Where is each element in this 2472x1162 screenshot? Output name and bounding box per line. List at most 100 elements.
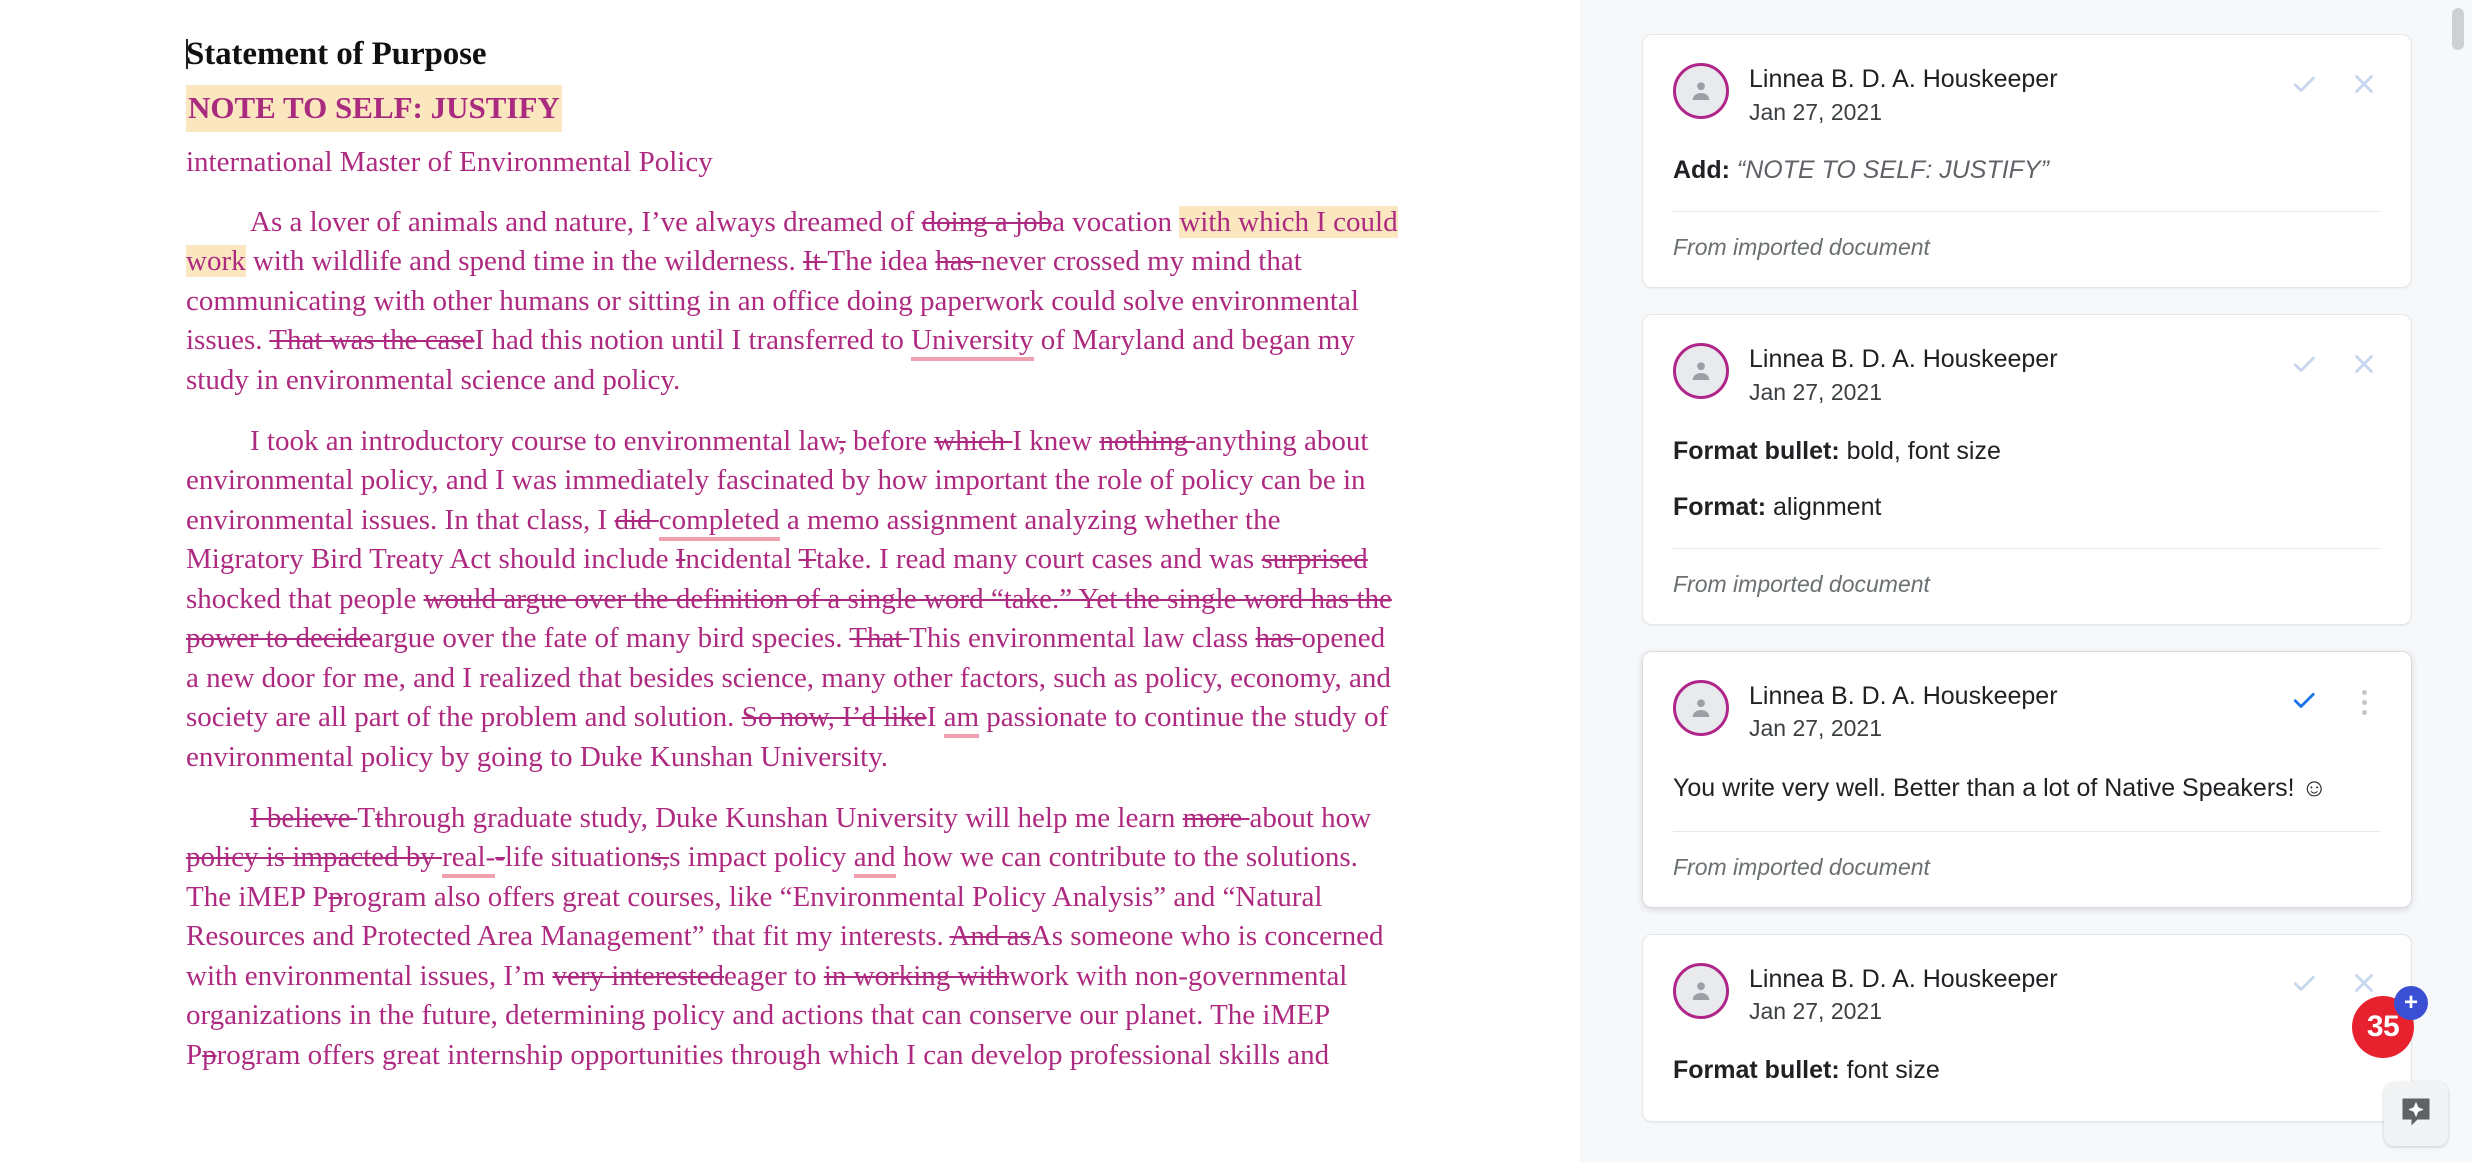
check-icon [2289, 968, 2319, 1003]
body-text: take. I read many court cases and was [816, 543, 1262, 576]
suggestion-line: Add: “NOTE TO SELF: JUSTIFY” [1673, 153, 2381, 187]
accept-suggestion-button[interactable] [2287, 69, 2321, 103]
accept-suggestion-button[interactable] [2287, 349, 2321, 383]
deleted-text: doing a job [921, 205, 1053, 238]
close-icon [2349, 69, 2379, 104]
deleted-text: - [495, 841, 505, 874]
body-text: shocked that people [186, 582, 424, 615]
reject-suggestion-button[interactable] [2347, 69, 2381, 103]
reject-suggestion-button[interactable] [2347, 349, 2381, 383]
comment-text: You write very well. Better than a lot o… [1673, 774, 2328, 803]
document-paragraph: As a lover of animals and nature, I’ve a… [186, 203, 1398, 400]
card-header: Linnea B. D. A. Houskeeper Jan 27, 2021 [1673, 343, 2381, 407]
pending-count-badge[interactable]: 35 + [2352, 986, 2428, 1064]
deleted-text: surprised [1261, 543, 1368, 576]
body-text: a vocation [1052, 205, 1180, 238]
deleted-text: , [838, 425, 846, 457]
suggestion-card[interactable]: Linnea B. D. A. Houskeeper Jan 27, 2021 Fo… [1642, 933, 2412, 1123]
comment-date: Jan 27, 2021 [1749, 998, 1883, 1025]
body-text: life situation [504, 841, 651, 874]
close-icon [2349, 349, 2379, 384]
check-icon [2289, 685, 2319, 720]
body-text: The idea [827, 245, 936, 278]
card-footer: From imported document [1673, 830, 2381, 907]
suggestions-panel: Linnea B. D. A. Houskeeper Jan 27, 2021 Ad… [1580, 0, 2472, 1162]
body-text: P [312, 880, 329, 913]
app-root: Statement of Purpose NOTE TO SELF: JUSTI… [0, 0, 2472, 1162]
accept-suggestion-button[interactable] [2287, 686, 2321, 720]
suggestion-value: alignment [1773, 492, 1882, 521]
comment-date: Jan 27, 2021 [1749, 98, 1883, 125]
panel-scrollbar[interactable] [2450, 0, 2466, 1162]
body-text: hrough graduate study, Duke Kunshan Univ… [383, 801, 1183, 834]
panel-scrollbar-thumb[interactable] [2452, 8, 2464, 50]
person-icon [1686, 76, 1716, 106]
deleted-text: So now, I’d like [741, 701, 927, 734]
comment-sparkle-icon [2398, 1094, 2434, 1135]
deleted-text: very interested [552, 959, 724, 992]
document-body[interactable]: Statement of Purpose NOTE TO SELF: JUSTI… [186, 34, 1398, 1097]
author-block: Linnea B. D. A. Houskeeper Jan 27, 2021 [1749, 963, 2287, 1027]
suggestion-card[interactable]: Linnea B. D. A. Houskeeper Jan 27, 2021 Fo… [1642, 314, 2412, 625]
card-actions [2287, 680, 2381, 720]
body-text: As a lover of animals and nature, I’ve a… [250, 205, 922, 238]
deleted-text: It [802, 245, 828, 278]
body-text: I took an introductory course to environ… [250, 425, 839, 457]
note-heading: NOTE TO SELF: JUSTIFY [186, 85, 1398, 133]
deleted-text: t [375, 801, 384, 834]
person-icon [1686, 693, 1716, 723]
deleted-text: That [849, 622, 910, 655]
body-text: argue over the fate of many bird species… [371, 622, 850, 655]
suggestion-label: Add: [1673, 156, 1730, 185]
accept-suggestion-button[interactable] [2287, 969, 2321, 1003]
document-paragraph: I took an introductory course to environ… [186, 422, 1398, 777]
card-actions [2287, 343, 2381, 383]
document-subtitle: international Master of Environmental Po… [186, 145, 713, 178]
spellcheck-text: University [911, 324, 1034, 362]
person-icon [1686, 356, 1716, 386]
spellcheck-text: and [853, 841, 896, 879]
suggestion-details: Format bullet: bold, font size Format: al… [1673, 408, 2381, 524]
card-spacer [1673, 1087, 2381, 1121]
card-header: Linnea B. D. A. Houskeeper Jan 27, 2021 [1673, 962, 2381, 1027]
deleted-text: nothing [1099, 425, 1196, 457]
suggestion-line: Format bullet: bold, font size [1673, 434, 2381, 468]
body-text: rogram offers great internship opportuni… [216, 1038, 1330, 1071]
suggestion-value: font size [1846, 1056, 1940, 1085]
body-text: eager to [723, 959, 824, 992]
body-text: This environmental law class [909, 622, 1256, 655]
more-options-button[interactable] [2347, 686, 2381, 720]
body-text: I [926, 701, 944, 734]
body-text: s impact policy [669, 841, 854, 874]
body-text: about how [1249, 801, 1372, 834]
suggestion-card-active[interactable]: Linnea B. D. A. Houskeeper Jan 27, 2021 Yo… [1642, 650, 2412, 908]
suggestion-value: “NOTE TO SELF: JUSTIFY” [1736, 156, 2049, 185]
card-footer: From imported document [1673, 547, 2381, 624]
suggestion-label: Format bullet: [1673, 1056, 1840, 1085]
deleted-text: T [798, 543, 817, 576]
suggestion-details: Add: “NOTE TO SELF: JUSTIFY” [1673, 127, 2381, 187]
spellcheck-text: am [943, 701, 980, 739]
document-page[interactable]: Statement of Purpose NOTE TO SELF: JUSTI… [0, 0, 1580, 1162]
avatar [1673, 962, 1729, 1019]
comment-date: Jan 27, 2021 [1749, 378, 1883, 405]
deleted-text: And as [949, 920, 1031, 953]
body-text: I had this notion until I transferred to [474, 324, 912, 357]
body-text: ncidental [685, 543, 799, 576]
author-block: Linnea B. D. A. Houskeeper Jan 27, 2021 [1749, 343, 2287, 407]
body-text: before [845, 425, 935, 457]
suggestion-card[interactable]: Linnea B. D. A. Houskeeper Jan 27, 2021 Ad… [1642, 34, 2412, 289]
page-title: Statement of Purpose [186, 34, 1398, 74]
body-text: I knew [1012, 425, 1100, 457]
suggestion-details: Format bullet: font size [1673, 1027, 2381, 1087]
avatar [1673, 679, 1729, 736]
body-text: T [357, 801, 376, 834]
deleted-text: in working with [823, 959, 1010, 992]
comment-sparkle-button[interactable] [2384, 1082, 2448, 1146]
suggestion-label: Format bullet: [1673, 436, 1840, 465]
author-name: Linnea B. D. A. Houskeeper [1749, 964, 2058, 993]
badge-plus-icon: + [2394, 986, 2428, 1020]
deleted-text: has [1255, 622, 1302, 655]
body-text: P [186, 1038, 203, 1071]
check-icon [2289, 349, 2319, 384]
